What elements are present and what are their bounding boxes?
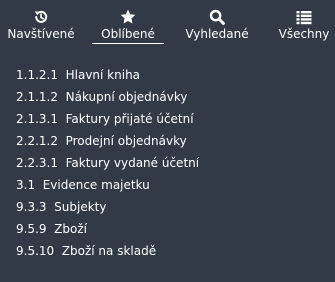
favorite-item-zbozi[interactable]: 9.5.9 Zboží [16,218,199,240]
favorite-item-subjekty[interactable]: 9.3.3 Subjekty [16,196,199,218]
list-icon [296,9,312,25]
tab-all-label: Všechny [278,27,330,41]
favorite-item-prodejni-objednavky[interactable]: 2.2.1.2 Prodejní objednávky [16,130,199,152]
tab-recent-label: Navštívené [7,27,75,41]
favorite-item-evidence-majetku[interactable]: 3.1 Evidence majetku [16,174,199,196]
tab-bar: Navštívené Oblíbené Vyhledané Všechny [0,0,335,48]
favorite-item-zbozi-na-sklade[interactable]: 9.5.10 Zboží na skladě [16,240,199,262]
tab-recent[interactable]: Navštívené [4,8,78,46]
tab-favorites[interactable]: Oblíbené [86,8,170,46]
tab-all[interactable]: Všechny [276,8,332,46]
star-icon [120,9,136,25]
favorite-item-faktury-vydane-ucetni[interactable]: 2.2.3.1 Faktury vydané účetní [16,152,199,174]
favorite-item-faktury-prijate-ucetni[interactable]: 2.1.3.1 Faktury přijaté účetní [16,108,199,130]
tab-searched-label: Vyhledané [185,27,249,41]
favorite-item-nakupni-objednavky[interactable]: 2.1.1.2 Nákupní objednávky [16,86,199,108]
favorites-list: 1.1.2.1 Hlavní kniha 2.1.1.2 Nákupní obj… [16,64,199,262]
history-icon [33,9,49,25]
tab-favorites-label: Oblíbené [101,27,155,41]
favorite-item-hlavni-kniha[interactable]: 1.1.2.1 Hlavní kniha [16,64,199,86]
search-icon [209,9,225,25]
tab-searched[interactable]: Vyhledané [180,8,254,46]
active-tab-indicator [92,43,164,44]
